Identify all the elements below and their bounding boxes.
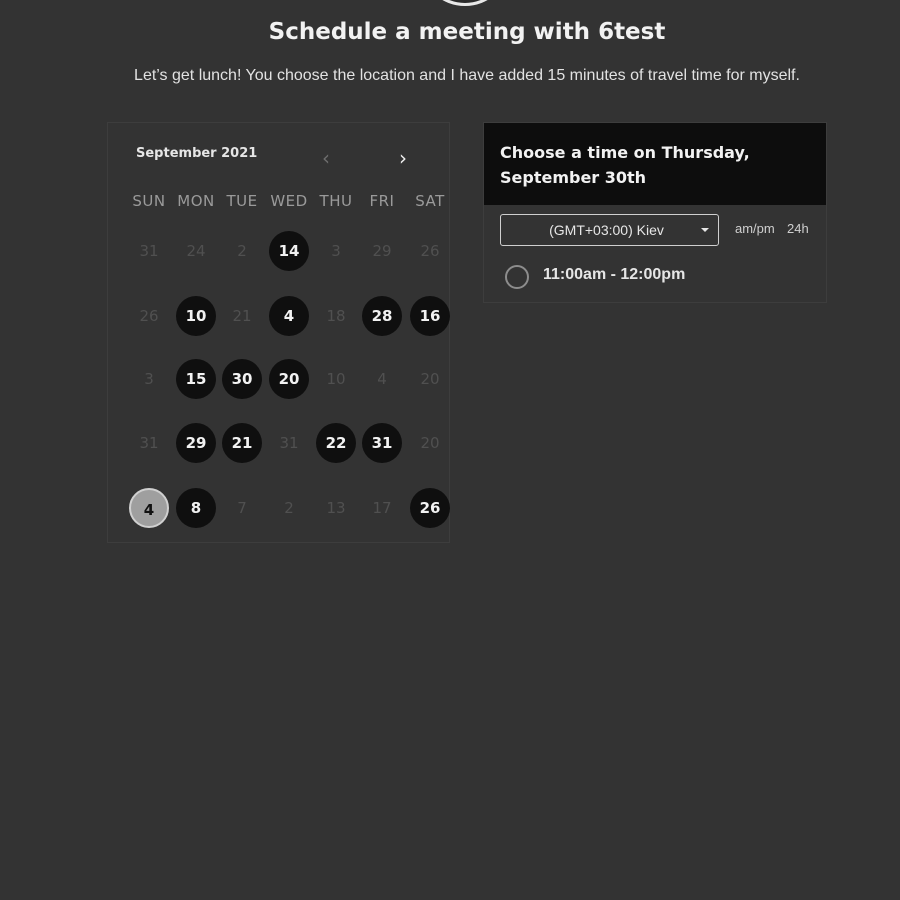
calendar-day[interactable]: 22 xyxy=(316,423,356,463)
weekday-label: WED xyxy=(270,192,308,210)
calendar-day: 26 xyxy=(420,242,440,260)
ampm-toggle[interactable]: am/pm xyxy=(735,221,775,236)
calendar-day[interactable]: 10 xyxy=(176,296,216,336)
page-title: Schedule a meeting with 6test xyxy=(268,19,666,45)
prev-month-button[interactable]: ‹ xyxy=(316,146,336,170)
calendar-day: 20 xyxy=(420,434,440,452)
calendar-day: 31 xyxy=(139,242,159,260)
timezone-value: (GMT+03:00) Kiev xyxy=(549,222,664,238)
calendar-day[interactable]: 4 xyxy=(269,296,309,336)
calendar-day-selected[interactable]: 4 xyxy=(129,488,169,528)
calendar-day[interactable]: 30 xyxy=(222,359,262,399)
host-avatar xyxy=(422,0,508,6)
calendar-day[interactable]: 15 xyxy=(176,359,216,399)
calendar-day[interactable]: 20 xyxy=(269,359,309,399)
calendar-day: 17 xyxy=(372,499,392,517)
weekday-label: SUN xyxy=(132,192,166,210)
calendar-day[interactable]: 26 xyxy=(410,488,450,528)
24h-toggle[interactable]: 24h xyxy=(787,221,809,236)
calendar-day: 3 xyxy=(331,242,341,260)
calendar-day: 20 xyxy=(420,370,440,388)
calendar-day: 7 xyxy=(237,499,247,517)
calendar-day[interactable]: 31 xyxy=(362,423,402,463)
calendar-day: 2 xyxy=(284,499,294,517)
calendar-day: 13 xyxy=(326,499,346,517)
time-slot-label[interactable]: 11:00am - 12:00pm xyxy=(543,266,685,284)
calendar-day: 2 xyxy=(237,242,247,260)
weekday-label: MON xyxy=(177,192,215,210)
chevron-left-icon: ‹ xyxy=(322,146,330,170)
month-label: September 2021 xyxy=(136,146,258,161)
calendar-day: 4 xyxy=(377,370,387,388)
next-month-button[interactable]: › xyxy=(393,146,413,170)
calendar-day[interactable]: 28 xyxy=(362,296,402,336)
weekday-label: FRI xyxy=(369,192,395,210)
timezone-select[interactable]: (GMT+03:00) Kiev xyxy=(500,214,719,246)
calendar-day[interactable]: 16 xyxy=(410,296,450,336)
calendar-day: 18 xyxy=(326,307,346,325)
calendar-day[interactable]: 8 xyxy=(176,488,216,528)
calendar-day: 26 xyxy=(139,307,159,325)
time-slot-radio[interactable] xyxy=(505,265,529,289)
calendar-day[interactable]: 21 xyxy=(222,423,262,463)
event-description: Let’s get lunch! You choose the location… xyxy=(134,67,800,84)
weekday-label: THU xyxy=(319,192,353,210)
calendar-day: 31 xyxy=(139,434,159,452)
calendar-day: 21 xyxy=(232,307,252,325)
chevron-right-icon: › xyxy=(399,146,407,170)
weekday-label: TUE xyxy=(226,192,258,210)
caret-down-icon xyxy=(701,228,709,232)
calendar-day[interactable]: 29 xyxy=(176,423,216,463)
weekday-label: SAT xyxy=(415,192,445,210)
calendar-day[interactable]: 14 xyxy=(269,231,309,271)
time-panel-title: Choose a time on Thursday, September 30t… xyxy=(500,143,750,187)
calendar-day: 31 xyxy=(279,434,299,452)
calendar-day: 24 xyxy=(186,242,206,260)
calendar-day: 29 xyxy=(372,242,392,260)
calendar-day: 10 xyxy=(326,370,346,388)
calendar-day: 3 xyxy=(144,370,154,388)
